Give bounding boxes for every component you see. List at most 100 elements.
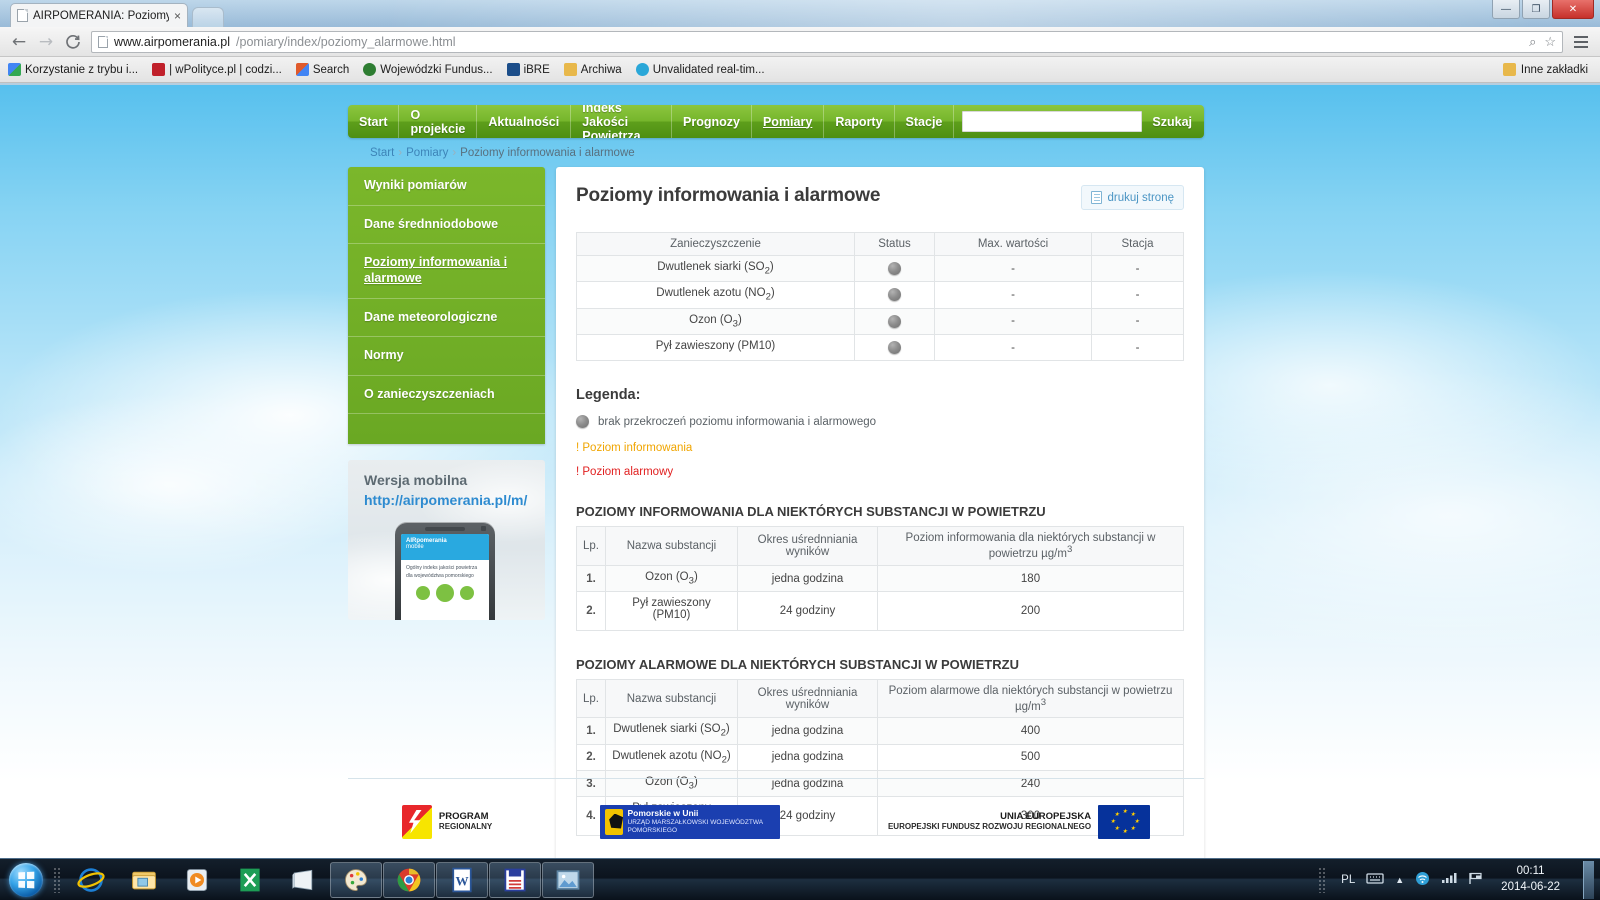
reload-icon[interactable] bbox=[64, 33, 82, 51]
sidebar-item-wyniki-pomiarow[interactable]: Wyniki pomiarów bbox=[348, 167, 545, 206]
sidebar-item-dane-meteorologiczne[interactable]: Dane meteorologiczne bbox=[348, 299, 545, 338]
sidebar-item-poziomy-informowania-i-alarmowe[interactable]: Poziomy informowania i alarmowe bbox=[348, 244, 545, 299]
table-row: 2. Pył zawieszony (PM10) 24 godziny 200 bbox=[576, 591, 1184, 631]
forward-icon[interactable]: → bbox=[37, 32, 55, 52]
page-header: Poziomy informowania i alarmowe drukuj s… bbox=[576, 185, 1184, 210]
cell-period: jedna godzina bbox=[737, 565, 878, 593]
search-input[interactable] bbox=[962, 111, 1143, 132]
pomorskie-crest-icon bbox=[605, 808, 623, 835]
taskbar-item-paint[interactable] bbox=[330, 861, 382, 898]
col-okres-usredniania: Okres uśrednniania wyników bbox=[737, 526, 878, 567]
substance-name: Dwutlenek azotu (NO bbox=[656, 287, 766, 300]
bookmark-star-icon[interactable]: ☆ bbox=[1544, 34, 1556, 50]
taskbar-grip[interactable] bbox=[53, 866, 61, 893]
legend-title: Legenda: bbox=[576, 387, 641, 404]
bookmark-item[interactable]: | wPolityce.pl | codzi... bbox=[152, 63, 282, 76]
legend-alarm-level: ! Poziom alarmowy bbox=[576, 466, 674, 479]
sidebar-item-normy[interactable]: Normy bbox=[348, 337, 545, 376]
cell-value: 200 bbox=[877, 591, 1184, 631]
close-window-icon[interactable]: ✕ bbox=[1552, 0, 1594, 19]
nav-item-prognozy[interactable]: Prognozy bbox=[672, 105, 752, 138]
search-icon[interactable]: ⌕ bbox=[1529, 34, 1536, 50]
bookmark-item[interactable]: Archiwa bbox=[563, 63, 622, 76]
nav-item-raporty[interactable]: Raporty bbox=[824, 105, 895, 138]
keyboard-icon[interactable] bbox=[1366, 872, 1384, 887]
taskbar-item-internet-explorer[interactable] bbox=[65, 862, 117, 898]
address-bar[interactable]: www.airpomerania.pl/pomiary/index/poziom… bbox=[91, 30, 1563, 53]
taskbar-item-sticky-notes[interactable] bbox=[277, 862, 329, 898]
page-info-icon bbox=[98, 35, 108, 48]
favicon-icon bbox=[152, 63, 166, 76]
back-icon[interactable]: ← bbox=[10, 32, 28, 52]
taskbar-item-word[interactable]: W bbox=[436, 861, 488, 898]
language-indicator[interactable]: PL bbox=[1341, 874, 1355, 886]
taskbar-item-chrome[interactable] bbox=[383, 861, 435, 898]
col-label: Poziom informowania dla niektórych subst… bbox=[905, 532, 1156, 561]
phone-app-header: AIRpomerania mobile bbox=[401, 534, 489, 561]
mobile-version-url[interactable]: http://airpomerania.pl/m/ bbox=[364, 492, 527, 508]
show-hidden-icons-button[interactable]: ▲ bbox=[1395, 875, 1404, 885]
taskbar-item-media-player[interactable] bbox=[171, 862, 223, 898]
other-bookmarks-button[interactable]: Inne zakładki bbox=[1502, 63, 1592, 76]
bookmark-item[interactable]: iBRE bbox=[506, 63, 550, 76]
show-desktop-button[interactable] bbox=[1583, 860, 1594, 899]
col-nazwa-substancji: Nazwa substancji bbox=[605, 678, 738, 719]
nav-item-pomiary[interactable]: Pomiary bbox=[752, 105, 825, 138]
legend-grey-text: brak przekroczeń poziomu informowania i … bbox=[598, 415, 877, 428]
cell-lp: 1. bbox=[576, 717, 606, 745]
status-badge bbox=[888, 262, 901, 276]
breadcrumb-pomiary[interactable]: Pomiary bbox=[406, 147, 448, 159]
tray-grip[interactable] bbox=[1318, 866, 1327, 893]
phone-screen: AIRpomerania mobile Ogólny indeks jakośc… bbox=[401, 534, 489, 621]
nav-item-stacje[interactable]: Stacje bbox=[895, 105, 955, 138]
bookmark-label: Unvalidated real-tim... bbox=[652, 63, 765, 76]
sidebar-filler bbox=[348, 414, 545, 444]
nav-item-aktualnosci[interactable]: Aktualności bbox=[477, 105, 572, 138]
breadcrumb: Start › Pomiary › Poziomy informowania i ala… bbox=[348, 138, 1204, 167]
substance-name: Dwutlenek azotu (NO bbox=[612, 749, 722, 762]
sidebar-menu: Wyniki pomiarów Dane średnniodobowe Pozi… bbox=[348, 167, 545, 445]
cell-period: jedna godzina bbox=[737, 743, 878, 772]
substance-name: Dwutlenek siarki (SO bbox=[613, 723, 721, 736]
status-table: Zanieczyszczenie Status Max. wartości St… bbox=[576, 232, 1184, 362]
taskbar-item-windows-explorer[interactable] bbox=[118, 862, 170, 898]
sidebar-item-o-zanieczyszczeniach[interactable]: O zanieczyszczeniach bbox=[348, 376, 545, 415]
bookmark-item[interactable]: Wojewódzki Fundus... bbox=[363, 63, 493, 76]
taskbar-item-excel[interactable] bbox=[224, 862, 276, 898]
chrome-menu-icon[interactable] bbox=[1572, 35, 1590, 48]
bookmark-label: | wPolityce.pl | codzi... bbox=[169, 63, 282, 76]
new-tab-button[interactable] bbox=[192, 7, 224, 27]
network-icon[interactable] bbox=[1415, 871, 1430, 889]
col-poziom-informowania: Poziom informowania dla niektórych subst… bbox=[877, 526, 1184, 567]
status-badge bbox=[888, 314, 901, 328]
nav-item-start[interactable]: Start bbox=[348, 105, 400, 138]
nav-item-indeks-jakosci-powietrza[interactable]: Indeks Jakości Powietrza bbox=[571, 105, 673, 138]
col-max-wartosci: Max. wartości bbox=[934, 232, 1092, 256]
face-icon bbox=[436, 584, 454, 603]
sidebar: Wyniki pomiarów Dane średnniodobowe Pozi… bbox=[348, 167, 545, 621]
cell-period: jedna godzina bbox=[737, 717, 878, 745]
sidebar-item-dane-sredniodobowe[interactable]: Dane średnniodobowe bbox=[348, 206, 545, 245]
bookmark-item[interactable]: Search bbox=[295, 63, 349, 76]
taskbar-clock[interactable]: 00:11 2014-06-22 bbox=[1495, 864, 1566, 895]
table-row: Dwutlenek siarki (SO2) - - bbox=[576, 254, 1184, 283]
start-button[interactable] bbox=[3, 861, 49, 899]
nav-item-o-projekcie[interactable]: O projekcie bbox=[399, 105, 478, 138]
maximize-icon[interactable]: ❐ bbox=[1522, 0, 1550, 19]
print-page-button[interactable]: drukuj stronę bbox=[1080, 185, 1184, 210]
window-controls: — ❐ ✕ bbox=[1492, 0, 1594, 19]
taskbar-item-save-disk[interactable] bbox=[489, 861, 541, 898]
volume-icon[interactable] bbox=[1441, 872, 1457, 887]
action-center-flag-icon[interactable] bbox=[1468, 872, 1484, 888]
bookmark-label: Archiwa bbox=[580, 63, 622, 76]
breadcrumb-start[interactable]: Start bbox=[370, 147, 394, 159]
browser-tab[interactable]: AIRPOMERANIA: Poziomy × bbox=[10, 3, 188, 27]
mobile-version-box[interactable]: Wersja mobilna http://airpomerania.pl/m/… bbox=[348, 460, 545, 621]
minimize-icon[interactable]: — bbox=[1492, 0, 1520, 19]
close-icon[interactable]: × bbox=[174, 9, 181, 23]
taskbar-item-photo-viewer[interactable] bbox=[542, 861, 594, 898]
search-button[interactable]: Szukaj bbox=[1152, 115, 1196, 129]
bookmark-item[interactable]: Korzystanie z trybu i... bbox=[8, 63, 138, 76]
page-title: Poziomy informowania i alarmowe bbox=[576, 185, 881, 206]
bookmark-item[interactable]: Unvalidated real-tim... bbox=[635, 63, 765, 76]
